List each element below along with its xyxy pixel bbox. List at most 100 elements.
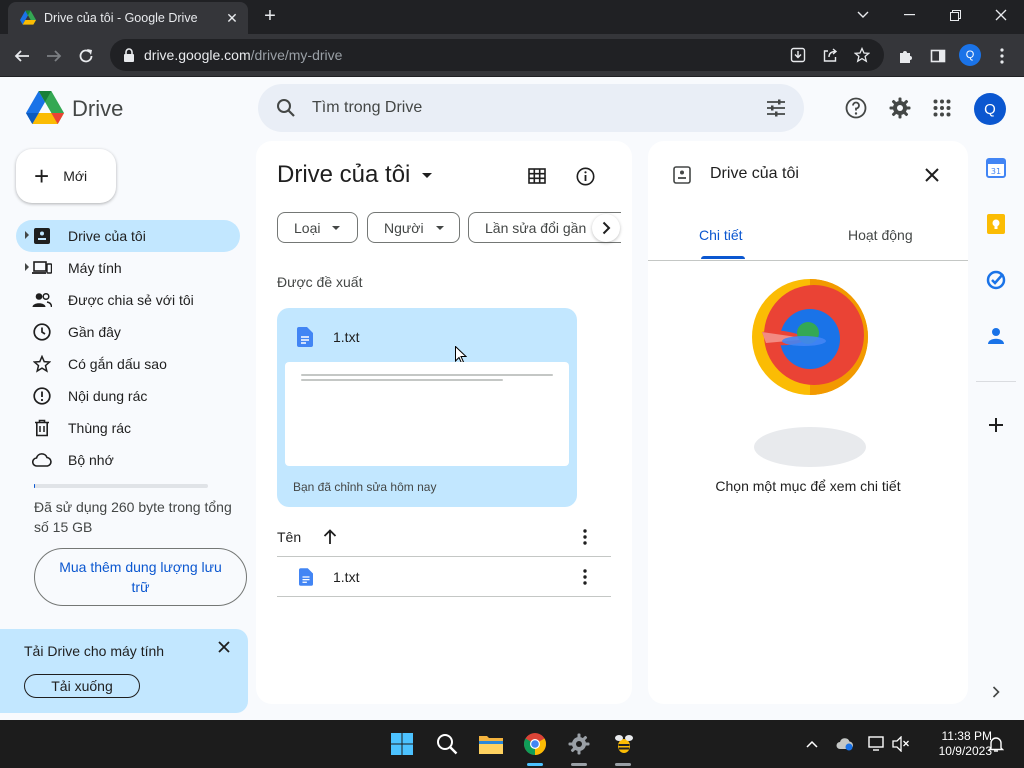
calendar-app-icon[interactable]: 31: [984, 156, 1008, 180]
preview-text-line: [301, 379, 503, 381]
address-bar[interactable]: drive.google.com/drive/my-drive: [110, 39, 884, 71]
browser-menu-icon[interactable]: [988, 42, 1016, 70]
doc-file-icon: [297, 327, 313, 347]
settings-gear-icon[interactable]: [887, 95, 913, 121]
sidebar-item-label: Máy tính: [68, 260, 122, 276]
storage-usage-fill: [34, 484, 35, 488]
chrome-icon[interactable]: [519, 728, 551, 760]
sidebar-item-shared-with-me[interactable]: Được chia sẻ với tôi: [16, 284, 240, 316]
share-icon[interactable]: [818, 43, 842, 67]
windows-taskbar: 11:38 PM 10/9/2023: [0, 720, 1024, 768]
tray-chevron-up-icon[interactable]: [800, 732, 824, 756]
my-drive-icon: [673, 166, 691, 184]
more-vert-icon[interactable]: [575, 567, 595, 587]
column-name-header[interactable]: Tên: [277, 529, 301, 545]
tasks-app-icon[interactable]: [984, 268, 1008, 292]
file-name: 1.txt: [333, 329, 360, 345]
my-drive-icon: [32, 226, 52, 246]
search-input[interactable]: [312, 99, 764, 117]
sidebar-item-spam[interactable]: Nội dung rác: [16, 380, 240, 412]
volume-muted-icon[interactable]: [889, 732, 913, 756]
new-tab-icon[interactable]: +: [258, 4, 282, 28]
close-icon[interactable]: [920, 163, 944, 187]
computer-icon: [32, 258, 52, 278]
star-icon: [32, 354, 52, 374]
download-button[interactable]: Tải xuống: [24, 674, 140, 698]
page-title-text: Drive của tôi: [277, 161, 411, 188]
tab-close-icon[interactable]: ✕: [224, 10, 240, 27]
expand-caret-icon[interactable]: [25, 263, 29, 271]
bee-app-icon[interactable]: [608, 728, 640, 760]
drive-logo-icon[interactable]: [26, 91, 64, 125]
sidebar-item-storage[interactable]: Bộ nhớ: [16, 444, 240, 476]
close-icon[interactable]: [214, 637, 234, 657]
dropdown-arrow-icon: [422, 172, 433, 178]
sidebar-item-label: Được chia sẻ với tôi: [68, 292, 194, 308]
bookmark-star-icon[interactable]: [850, 43, 874, 67]
extensions-icon[interactable]: [892, 42, 920, 70]
contacts-app-icon[interactable]: [984, 324, 1008, 348]
more-vert-icon[interactable]: [575, 527, 595, 547]
tab-search-icon[interactable]: [840, 0, 886, 30]
filter-people-chip[interactable]: Người: [367, 212, 460, 243]
account-avatar[interactable]: Q: [974, 93, 1006, 125]
reload-icon[interactable]: [72, 42, 100, 70]
sidebar-nav: Drive của tôi Máy tính Được chia sẻ với …: [16, 220, 240, 476]
drive-favicon-icon: [20, 10, 36, 25]
sidebar-item-recent[interactable]: Gần đây: [16, 316, 240, 348]
windows-start-icon[interactable]: [386, 728, 418, 760]
bee-app-active-indicator: [615, 763, 631, 766]
back-icon[interactable]: [8, 42, 36, 70]
arrow-up-icon[interactable]: [321, 528, 339, 546]
keep-app-icon[interactable]: [984, 212, 1008, 236]
page-title[interactable]: Drive của tôi: [277, 161, 433, 189]
settings-active-indicator: [571, 763, 587, 766]
chevron-right-icon[interactable]: [592, 214, 620, 242]
restore-icon[interactable]: [932, 0, 978, 30]
search-bar[interactable]: [258, 84, 804, 132]
sidebar-item-computers[interactable]: Máy tính: [16, 252, 240, 284]
notification-bell-icon[interactable]: [984, 732, 1008, 756]
chip-label: Lần sửa đổi gần: [485, 219, 587, 236]
taskbar-search-icon[interactable]: [431, 728, 463, 760]
search-icon[interactable]: [274, 96, 298, 120]
sidebar-item-starred[interactable]: Có gắn dấu sao: [16, 348, 240, 380]
add-addon-plus-icon[interactable]: [984, 413, 1008, 437]
active-tab-indicator: [701, 256, 745, 259]
tab-activity[interactable]: Hoạt động: [848, 227, 913, 243]
system-clock[interactable]: 11:38 PM 10/9/2023: [918, 729, 992, 759]
help-icon[interactable]: [843, 95, 869, 121]
rail-divider: [976, 381, 1016, 382]
buy-storage-button[interactable]: Mua thêm dung lượng lưu trữ: [34, 548, 247, 606]
suggested-file-card[interactable]: 1.txt Bạn đã chỉnh sửa hôm nay: [277, 308, 577, 507]
display-network-icon[interactable]: [865, 732, 889, 756]
storage-usage-bar: [34, 484, 208, 488]
minimize-icon[interactable]: [886, 0, 932, 30]
info-icon[interactable]: [572, 163, 598, 189]
apps-grid-icon[interactable]: [929, 95, 955, 121]
browser-tab[interactable]: Drive của tôi - Google Drive ✕: [8, 2, 248, 34]
details-tabs: Chi tiết Hoạt động: [648, 219, 968, 261]
grid-view-icon[interactable]: [524, 163, 550, 189]
search-options-icon[interactable]: [764, 96, 788, 120]
browser-profile-avatar[interactable]: Q: [959, 44, 981, 66]
expand-caret-icon[interactable]: [25, 231, 29, 239]
chevron-right-icon[interactable]: [984, 680, 1008, 704]
onedrive-cloud-icon[interactable]: [833, 732, 857, 756]
side-panel-icon[interactable]: [924, 42, 952, 70]
svg-text:31: 31: [991, 167, 1001, 176]
tab-details[interactable]: Chi tiết: [699, 227, 743, 243]
forward-icon[interactable]: [40, 42, 68, 70]
close-window-icon[interactable]: [978, 0, 1024, 30]
filter-type-chip[interactable]: Loại: [277, 212, 358, 243]
filter-chips: Loại Người Lần sửa đổi gần: [277, 212, 621, 244]
sidebar-item-my-drive[interactable]: Drive của tôi: [16, 220, 240, 252]
file-explorer-icon[interactable]: [475, 728, 507, 760]
file-name: 1.txt: [333, 568, 360, 585]
sidebar-item-trash[interactable]: Thùng rác: [16, 412, 240, 444]
new-button[interactable]: + Mới: [16, 149, 116, 203]
clock-date: 10/9/2023: [938, 744, 992, 758]
install-app-icon[interactable]: [786, 43, 810, 67]
table-row[interactable]: 1.txt: [277, 557, 611, 597]
settings-gear-icon[interactable]: [563, 728, 595, 760]
